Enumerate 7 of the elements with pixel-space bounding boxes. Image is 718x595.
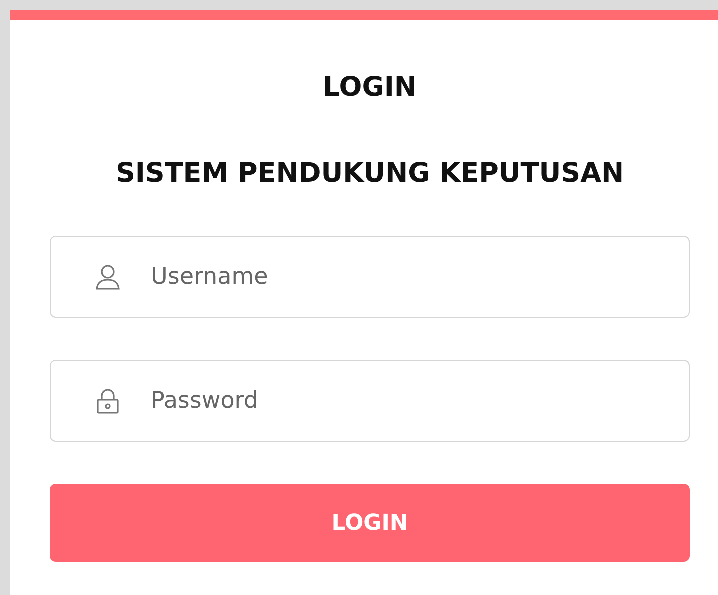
login-button[interactable]: LOGIN xyxy=(50,484,690,562)
login-title: LOGIN xyxy=(322,71,418,105)
user-icon xyxy=(94,263,122,291)
password-field[interactable]: Password xyxy=(50,360,690,442)
lock-icon xyxy=(94,387,122,415)
system-title: SISTEM PENDUKUNG KEPUTUSAN xyxy=(114,157,626,191)
username-field[interactable]: Username xyxy=(50,236,690,318)
